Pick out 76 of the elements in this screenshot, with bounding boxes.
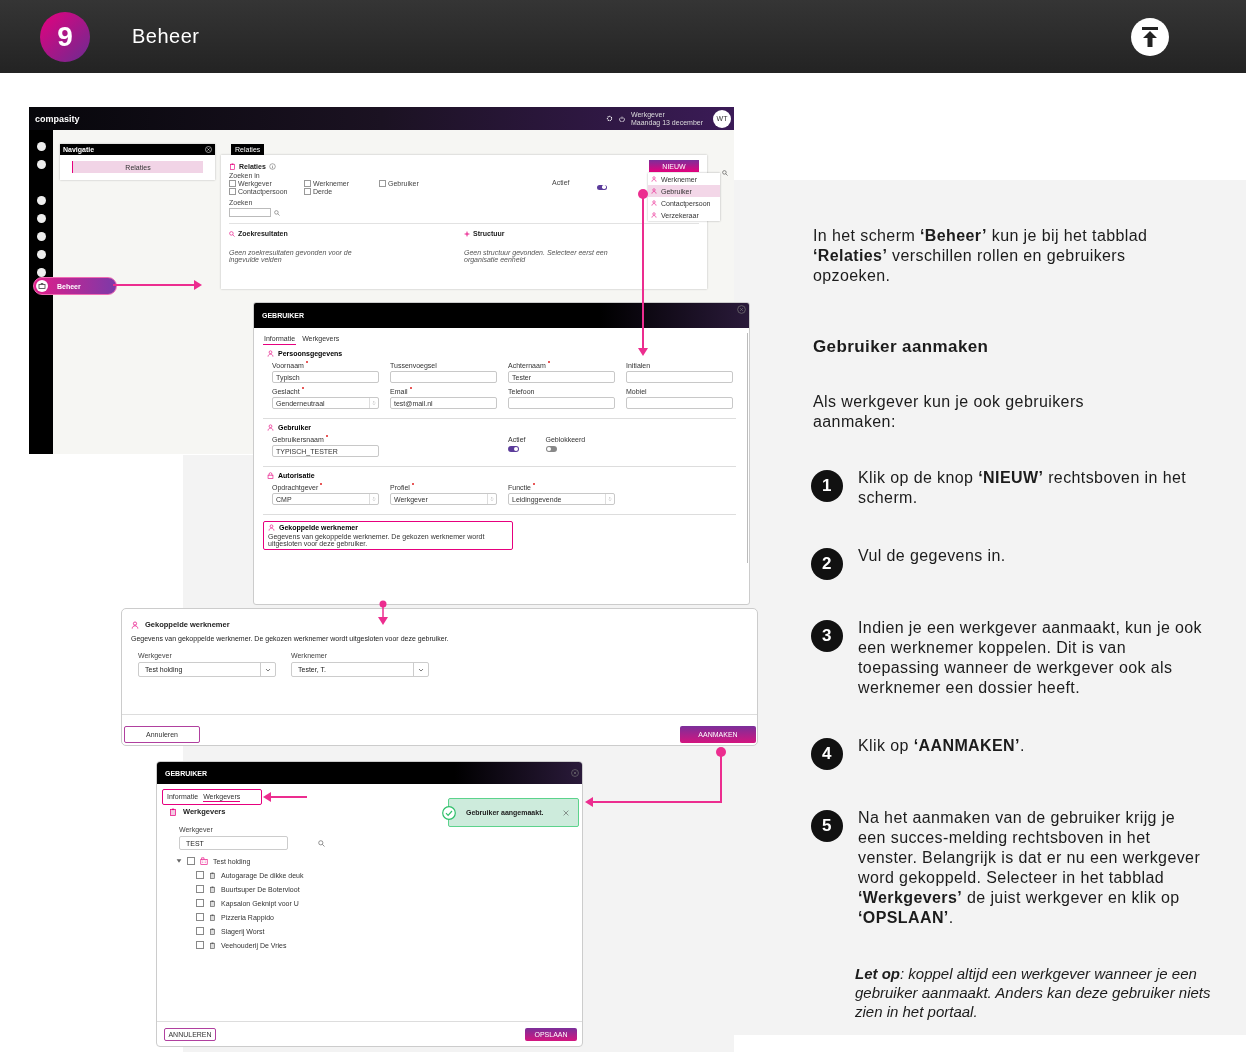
arrow <box>263 792 308 802</box>
person-icon <box>268 524 275 531</box>
step-number: 5 <box>811 810 843 842</box>
person-icon <box>651 200 657 206</box>
app-logo: compasity <box>35 113 80 124</box>
check-icon <box>442 805 456 820</box>
spinner-icon <box>607 496 613 502</box>
gear-icon <box>606 115 613 122</box>
clipboard-icon <box>209 927 216 935</box>
step-number: 2 <box>811 548 843 580</box>
clipboard-icon <box>209 885 216 893</box>
input-field[interactable] <box>626 397 733 409</box>
intro-text: In het scherm ‘Beheer’ kun je bij het tabblad ‘Relaties’ verschillen rollen en gebruikers opzoeken. <box>813 226 1149 286</box>
close-icon <box>205 146 212 153</box>
building-icon <box>200 857 208 865</box>
lead-text: Als werkgever kun je ook gebruikers aanmaken: <box>813 392 1085 432</box>
step-number: 4 <box>811 738 843 770</box>
briefcase-icon <box>36 280 48 292</box>
toggle-switch[interactable] <box>596 184 607 190</box>
person-icon <box>651 188 657 194</box>
checkbox[interactable] <box>196 941 204 949</box>
clipboard-icon <box>209 871 216 879</box>
input-field[interactable] <box>626 371 733 383</box>
clipboard-icon <box>209 913 216 921</box>
lock-icon <box>267 472 274 479</box>
checkbox[interactable] <box>196 899 204 907</box>
checkbox[interactable] <box>229 180 236 187</box>
input-field[interactable] <box>508 397 615 409</box>
checkbox[interactable] <box>379 180 386 187</box>
search-icon <box>722 170 728 176</box>
search-icon <box>318 839 325 847</box>
checkbox[interactable] <box>196 913 204 921</box>
close-icon <box>571 769 579 777</box>
step-text: Vul de gegevens in. <box>858 546 1007 566</box>
close-icon <box>563 809 569 816</box>
structure-icon <box>464 230 470 237</box>
clipboard-icon <box>229 162 236 170</box>
step-number: 1 <box>811 470 843 502</box>
step-number: 3 <box>811 620 843 652</box>
checkbox[interactable] <box>304 180 311 187</box>
checkbox[interactable] <box>196 927 204 935</box>
back-to-top-icon <box>1131 17 1169 56</box>
spinner-icon <box>489 496 495 502</box>
info-icon <box>268 162 276 170</box>
search-field[interactable] <box>229 208 271 217</box>
step-text: Klik op ‘AANMAKEN’. <box>858 736 1026 756</box>
person-icon <box>267 350 274 357</box>
note-text: Let op: koppel altijd een werkgever wanneer je een gebruiker aanmaakt. Anders kan deze gebruiker niets zien in het portaal. <box>855 964 1212 1021</box>
step-badge: 9 <box>40 11 90 62</box>
section-heading: Gebruiker aanmaken <box>813 337 990 357</box>
step-text: Indien je een werkgever aanmaakt, kun je ook een werknemer koppelen. Dit is van toepassing wanneer de werkgever ook als werknemer een dossier heeft. <box>858 618 1203 698</box>
checkbox[interactable] <box>196 871 204 879</box>
toggle-switch[interactable] <box>508 446 519 452</box>
page-title: Beheer <box>132 25 200 48</box>
close-icon <box>737 305 746 314</box>
checkbox[interactable] <box>304 188 311 195</box>
search-icon <box>229 230 235 237</box>
spinner-icon <box>371 400 377 406</box>
search-icon <box>274 209 280 216</box>
person-icon <box>651 212 657 218</box>
person-icon <box>651 176 657 182</box>
checkbox[interactable] <box>196 885 204 893</box>
step-text: Klik op de knop ‘NIEUW’ rechtsboven in het scherm. <box>858 468 1188 508</box>
clipboard-icon <box>209 941 216 949</box>
input-field[interactable] <box>390 371 497 383</box>
checkbox[interactable] <box>229 188 236 195</box>
clipboard-icon <box>169 807 177 816</box>
arrow <box>378 600 388 625</box>
step-text: Na het aanmaken van de gebruiker krijg je een succes-melding rechtsboven in het venster. Belangrijk is dat er nu een werkgever word gekoppeld. Selecteer in het tabblad ‘Werkgevers’ de juist werkgever en klik op ‘OPSLAAN’. <box>858 808 1202 928</box>
checkbox[interactable] <box>187 857 195 865</box>
spinner-icon <box>371 496 377 502</box>
power-icon <box>619 115 625 122</box>
person-icon <box>131 620 139 629</box>
toggle-switch[interactable] <box>545 446 557 452</box>
person-icon <box>267 424 274 431</box>
clipboard-icon <box>209 899 216 907</box>
